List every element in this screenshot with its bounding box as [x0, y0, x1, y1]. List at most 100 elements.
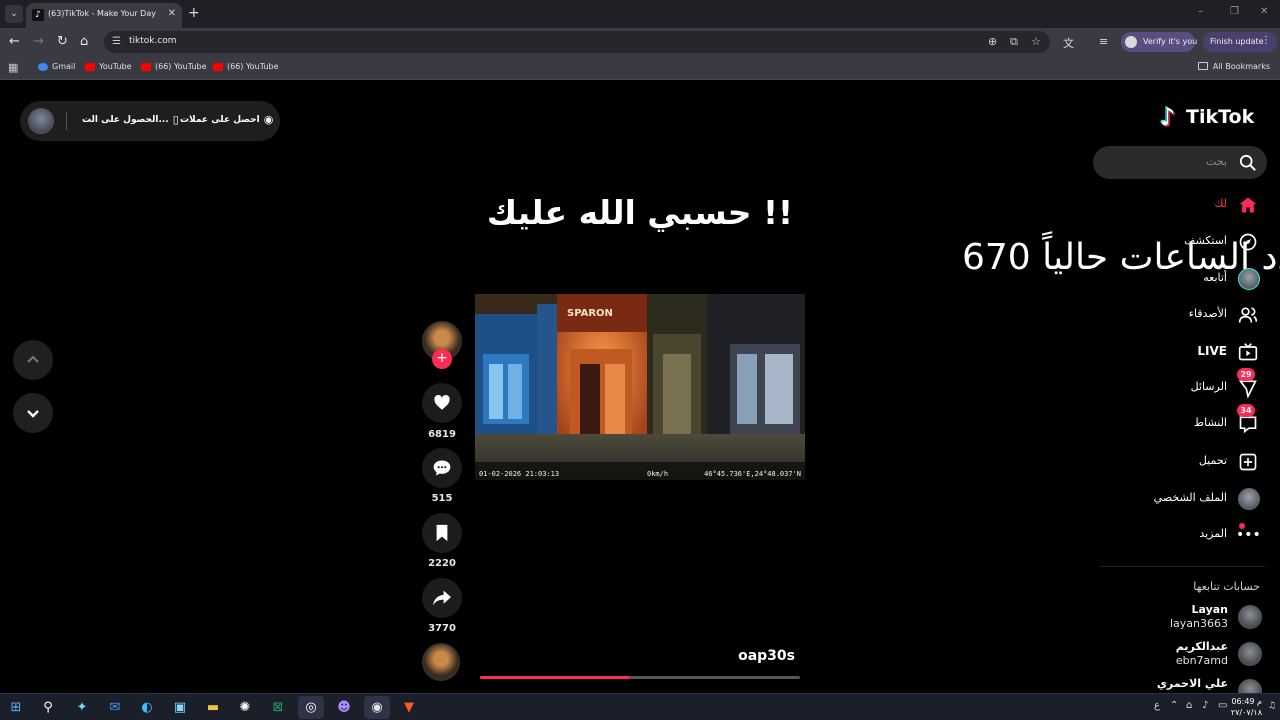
comment-count: 515 [431, 493, 453, 504]
account-name: علي الاحمري [1156, 677, 1228, 690]
minimize-icon[interactable]: – [1198, 6, 1203, 17]
file-explorer-icon[interactable]: ▬ [200, 696, 226, 719]
nav-upload[interactable]: تحميل [1095, 448, 1265, 476]
clock-time: 06:49 م [1231, 697, 1262, 706]
copilot-icon[interactable]: ✦ [69, 696, 95, 719]
close-tab-icon[interactable]: ✕ [168, 8, 176, 19]
input-language[interactable]: ع [1154, 700, 1160, 711]
nav-label: LIVE [1197, 344, 1227, 358]
windows-start-icon[interactable]: ⊞ [3, 696, 29, 719]
nav-friends[interactable]: الأصدقاء [1095, 301, 1265, 329]
browser-tab[interactable]: ♪ (63)TikTok - Make Your Day ✕ [26, 3, 182, 28]
profile-avatar [1238, 488, 1260, 510]
install-app-icon[interactable]: ⧉ [1010, 35, 1018, 49]
tray-overflow-icon[interactable]: ⌃ [1170, 700, 1178, 711]
address-bar[interactable]: ☰ tiktok.com ⊕ ⧉ ☆ [104, 31, 1050, 53]
nav-explore[interactable]: استكشف [1095, 228, 1265, 256]
nav-activity[interactable]: النشاط 34 [1095, 404, 1265, 438]
home-button-icon[interactable]: ⌂ [80, 34, 88, 50]
account-handle: layan3663 [1169, 617, 1228, 630]
edge-icon[interactable]: ◐ [134, 696, 160, 719]
search-input[interactable]: بحث [1093, 146, 1267, 179]
network-icon[interactable]: ⌂ [1186, 700, 1192, 711]
chatgpt-icon[interactable]: ✺ [232, 696, 258, 719]
previous-video-button[interactable] [13, 340, 53, 380]
share-count: 3770 [428, 623, 456, 634]
following-accounts-title: حسابات تتابعها [1193, 580, 1260, 593]
brave-icon[interactable]: ▼ [396, 696, 422, 719]
clock-date: ٢٧/٠٧/١٨ [1230, 708, 1262, 717]
account-handle: ebn7amd [1175, 654, 1228, 667]
tiktok-icon: ♪ [32, 9, 44, 21]
store-icon[interactable]: ▣ [167, 696, 193, 719]
comment-icon [433, 460, 451, 476]
zoom-icon[interactable]: ⊕ [988, 35, 997, 48]
video-caption: حسبي الله عليك !! [486, 193, 794, 232]
get-app-button[interactable]: الحصول على الت... ▯ [82, 113, 179, 126]
profile-avatar [1125, 36, 1137, 48]
address-url[interactable]: tiktok.com [129, 36, 177, 46]
user-avatar[interactable] [28, 108, 54, 134]
get-coins-button[interactable]: احصل على عملات ◉ [180, 113, 273, 126]
tab-search-button[interactable]: ⌄ [5, 5, 23, 23]
bookmarks-bar: ▦ Gmail YouTube (66) YouTube (66) YouTub… [0, 56, 1280, 80]
home-icon [1239, 197, 1257, 213]
windows-taskbar: ⊞ ⚲ ✦ ✉ ◐ ▣ ▬ ✺ ⊠ ◎ ☻ ◉ ▼ ⌃ ⌂ ♪ ▭ ع 06:4… [0, 693, 1280, 720]
verify-profile-button[interactable]: Verify it's you [1121, 32, 1197, 52]
video-speed: 0km/h [647, 470, 669, 478]
menu-dots-icon[interactable]: ⋮ [1261, 35, 1271, 46]
account-avatar [1238, 642, 1262, 666]
volume-icon[interactable]: ♪ [1202, 700, 1208, 711]
nav-following[interactable]: أتابعه [1095, 265, 1265, 293]
nav-label: تحميل [1198, 454, 1227, 467]
author-username[interactable]: oap30s [700, 648, 795, 664]
chrome-icon[interactable]: ◉ [364, 696, 390, 719]
all-bookmarks-button[interactable]: All Bookmarks [1197, 62, 1270, 71]
apps-grid-icon[interactable]: ▦ [8, 61, 18, 74]
tiktok-note-icon: ♪ [1160, 103, 1176, 131]
get-coins-label: احصل على عملات [180, 115, 260, 125]
bookmark-star-icon[interactable]: ☆ [1031, 35, 1041, 48]
discord-icon[interactable]: ☻ [331, 696, 357, 719]
share-button[interactable] [422, 578, 462, 618]
following-account[interactable]: Layan layan3663 [1110, 603, 1270, 637]
comment-button[interactable] [422, 448, 462, 488]
new-tab-button[interactable]: + [188, 5, 200, 21]
nav-live[interactable]: LIVE [1095, 338, 1265, 366]
like-count: 6819 [428, 429, 456, 440]
media-queue-icon[interactable]: ≡ [1099, 35, 1108, 48]
taskbar-clock[interactable]: 06:49 م ٢٧/٠٧/١٨ [1222, 696, 1262, 718]
search-icon[interactable] [1239, 154, 1257, 172]
video-frame-image: SPARON [475, 294, 805, 480]
back-icon[interactable]: ← [9, 34, 20, 50]
music-disc-avatar[interactable] [422, 643, 460, 681]
video-player[interactable]: SPARON 01-02-2026 21:03:13 0km/h 46°45.7 [475, 294, 805, 480]
reload-icon[interactable]: ↻ [57, 34, 68, 50]
excel-icon[interactable]: ⊠ [265, 696, 291, 719]
restore-icon[interactable]: ❐ [1230, 6, 1239, 17]
search-taskbar-icon[interactable]: ⚲ [35, 696, 61, 719]
obs-icon[interactable]: ◎ [298, 696, 324, 719]
nav-label: لك [1214, 197, 1227, 210]
nav-profile[interactable]: الملف الشخصي [1095, 485, 1265, 513]
follow-plus-icon[interactable]: + [432, 349, 452, 369]
site-info-icon[interactable]: ☰ [112, 36, 121, 47]
following-account[interactable]: عبدالكريم ebn7amd [1110, 640, 1270, 674]
notification-bell-icon[interactable]: ♫ [1268, 701, 1276, 711]
save-button[interactable] [422, 513, 462, 553]
youtube-icon [141, 63, 151, 71]
next-video-button[interactable] [13, 393, 53, 433]
nav-for-you[interactable]: لك [1095, 191, 1265, 219]
account-name: عبدالكريم [1175, 640, 1228, 653]
nav-more[interactable]: المزيد ••• [1095, 521, 1265, 549]
finish-update-button[interactable]: Finish update ⋮ [1203, 32, 1277, 52]
nav-messages[interactable]: الرسائل 29 [1095, 368, 1265, 402]
mail-icon[interactable]: ✉ [102, 696, 128, 719]
forward-icon[interactable]: → [33, 34, 44, 50]
upload-icon [1239, 453, 1257, 471]
nav-label: أتابعه [1203, 271, 1227, 284]
video-progress-bar[interactable] [480, 676, 800, 679]
translate-icon[interactable]: 文 [1063, 35, 1074, 51]
close-window-icon[interactable]: ✕ [1260, 6, 1268, 17]
like-button[interactable] [422, 383, 462, 423]
